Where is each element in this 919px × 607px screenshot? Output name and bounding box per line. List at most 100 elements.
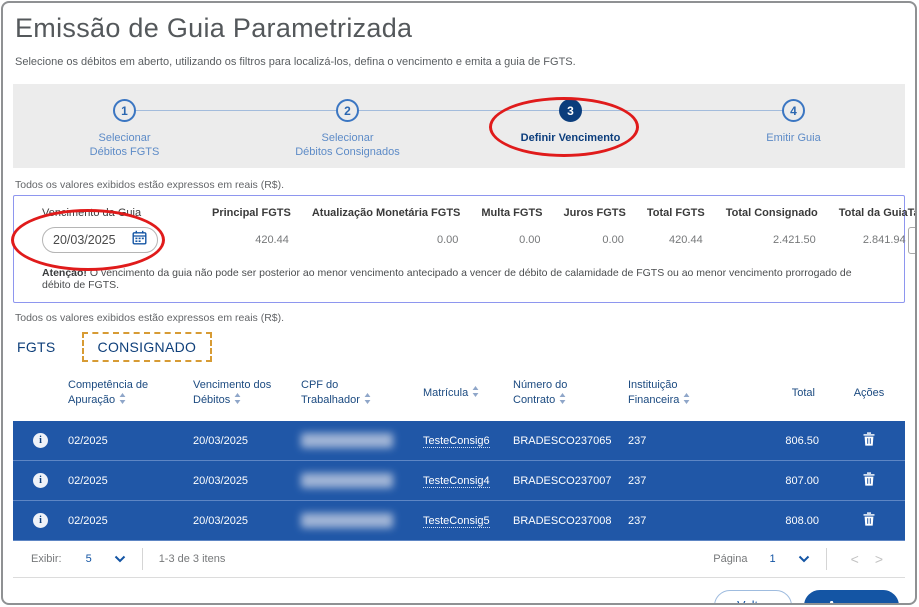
- header-competencia-apuracao[interactable]: Competência de Apuração: [68, 378, 193, 409]
- step-3-circle: 3: [559, 99, 582, 122]
- cell-contrato: BRADESCO237007: [513, 475, 628, 487]
- cell-total: 806.50: [748, 435, 833, 447]
- step-1-label: Selecionar Débitos FGTS: [90, 131, 160, 159]
- sort-icon[interactable]: [683, 395, 690, 407]
- per-page-dropdown-chevron-icon[interactable]: [114, 555, 126, 563]
- step-2-selecionar-debitos-consignados[interactable]: 2 Selecionar Débitos Consignados: [236, 99, 459, 168]
- cpf-redacted: [301, 433, 393, 448]
- matricula-link[interactable]: TesteConsig6: [423, 435, 490, 448]
- step-4-emitir-guia[interactable]: 4 Emitir Guia: [682, 99, 905, 168]
- cell-instituicao: 237: [628, 435, 748, 447]
- table-row: i 02/2025 20/03/2025 TesteConsig5 BRADES…: [13, 501, 905, 541]
- warning-bold: Atenção!: [42, 267, 87, 279]
- tab-consignado[interactable]: CONSIGNADO: [82, 332, 213, 362]
- cell-vencimento: 20/03/2025: [193, 435, 301, 447]
- consignado-table: Competência de Apuração Vencimento dos D…: [13, 368, 905, 578]
- totals-summary: Principal FGTS 420.44 Atualização Monetá…: [212, 207, 908, 246]
- cell-competencia: 02/2025: [68, 435, 193, 447]
- summary-total-fgts: Total FGTS 420.44: [647, 207, 705, 246]
- matricula-link[interactable]: TesteConsig5: [423, 515, 490, 528]
- header-cpf-trabalhador[interactable]: CPF do Trabalhador: [301, 378, 423, 409]
- cell-total: 808.00: [748, 515, 833, 527]
- info-icon[interactable]: i: [33, 513, 48, 528]
- header-numero-contrato[interactable]: Número do Contrato: [513, 378, 628, 409]
- cpf-redacted: [301, 473, 393, 488]
- cell-total: 807.00: [748, 475, 833, 487]
- summary-atualizacao-monetaria-fgts: Atualização Monetária FGTS 0.00: [312, 207, 461, 246]
- table-row: i 02/2025 20/03/2025 TesteConsig4 BRADES…: [13, 461, 905, 501]
- table-header-row: Competência de Apuração Vencimento dos D…: [13, 368, 905, 421]
- summary-total-da-guia: Total da Guia 2.841.94: [839, 207, 908, 246]
- next-page-button[interactable]: >: [867, 551, 891, 567]
- avancar-button[interactable]: Avançar: [804, 590, 899, 605]
- divider: [826, 548, 827, 570]
- trash-icon: [863, 432, 875, 446]
- cpf-redacted: [301, 513, 393, 528]
- summary-multa-fgts: Multa FGTS 0.00: [481, 207, 542, 246]
- delete-row-button[interactable]: [859, 430, 879, 451]
- summary-juros-fgts: Juros FGTS 0.00: [564, 207, 626, 246]
- calendar-icon[interactable]: [132, 230, 147, 250]
- tag-field-group: Tag (Opcional): [908, 207, 917, 254]
- pagina-label: Página: [713, 553, 747, 565]
- tag-input[interactable]: [908, 227, 917, 254]
- matricula-link[interactable]: TesteConsig4: [423, 475, 490, 488]
- vencimento-da-guia-label: Vencimento da Guia: [42, 207, 192, 219]
- header-matricula[interactable]: Matrícula: [423, 386, 513, 402]
- header-total: Total: [748, 386, 833, 401]
- header-instituicao-financeira[interactable]: Instituição Financeira: [628, 378, 748, 409]
- step-4-circle: 4: [782, 99, 805, 122]
- prev-page-button[interactable]: <: [843, 551, 867, 567]
- debits-tabs: FGTS CONSIGNADO: [15, 330, 903, 364]
- tab-fgts[interactable]: FGTS: [15, 334, 58, 360]
- app-window: Emissão de Guia Parametrizada Selecione …: [1, 1, 917, 605]
- exibir-label: Exibir:: [31, 553, 62, 565]
- cell-instituicao: 237: [628, 475, 748, 487]
- page-title: Emissão de Guia Parametrizada: [15, 13, 915, 44]
- warning-message: Atenção! O vencimento da guia não pode s…: [14, 254, 904, 293]
- step-3-definir-vencimento[interactable]: 3 Definir Vencimento: [459, 99, 682, 168]
- step-1-selecionar-debitos-fgts[interactable]: 1 Selecionar Débitos FGTS: [13, 99, 236, 168]
- vencimento-da-guia-field-group: Vencimento da Guia: [42, 207, 192, 253]
- trash-icon: [863, 472, 875, 486]
- step-1-circle: 1: [113, 99, 136, 122]
- vencimento-date-input[interactable]: [53, 233, 131, 247]
- wizard-actions: Voltar Avançar: [19, 590, 899, 605]
- header-acoes: Ações: [833, 386, 905, 401]
- cell-vencimento: 20/03/2025: [193, 515, 301, 527]
- step-4-label: Emitir Guia: [766, 131, 820, 145]
- sort-icon[interactable]: [472, 388, 479, 400]
- tag-label: Tag (Opcional): [908, 207, 917, 219]
- sort-icon[interactable]: [119, 395, 126, 407]
- page-dropdown-chevron-icon[interactable]: [798, 555, 810, 563]
- sort-icon[interactable]: [559, 395, 566, 407]
- vencimento-date-field[interactable]: [42, 227, 158, 253]
- per-page-value: 5: [86, 553, 92, 565]
- delete-row-button[interactable]: [859, 470, 879, 491]
- info-icon[interactable]: i: [33, 433, 48, 448]
- summary-total-consignado: Total Consignado 2.421.50: [726, 207, 818, 246]
- cell-competencia: 02/2025: [68, 515, 193, 527]
- values-note-2: Todos os valores exibidos estão expresso…: [15, 312, 903, 324]
- sort-icon[interactable]: [364, 395, 371, 407]
- delete-row-button[interactable]: [859, 510, 879, 531]
- header-vencimento-debitos[interactable]: Vencimento dos Débitos: [193, 378, 301, 409]
- wizard-stepper: 1 Selecionar Débitos FGTS 2 Selecionar D…: [13, 84, 905, 168]
- sort-icon[interactable]: [234, 395, 241, 407]
- step-3-label: Definir Vencimento: [521, 131, 621, 145]
- cell-contrato: BRADESCO237008: [513, 515, 628, 527]
- page-number: 1: [770, 553, 776, 565]
- voltar-button[interactable]: Voltar: [714, 590, 792, 605]
- table-row: i 02/2025 20/03/2025 TesteConsig6 BRADES…: [13, 421, 905, 461]
- summary-principal-fgts: Principal FGTS 420.44: [212, 207, 291, 246]
- items-range: 1-3 de 3 itens: [159, 553, 226, 565]
- trash-icon: [863, 512, 875, 526]
- info-icon[interactable]: i: [33, 473, 48, 488]
- cell-competencia: 02/2025: [68, 475, 193, 487]
- cell-contrato: BRADESCO237065: [513, 435, 628, 447]
- vencimento-summary-panel: Vencimento da Guia: [13, 195, 905, 303]
- table-pagination-bar: Exibir: 5 1-3 de 3 itens Página 1 < >: [13, 541, 905, 578]
- values-note: Todos os valores exibidos estão expresso…: [15, 179, 903, 191]
- page-subtitle: Selecione os débitos em aberto, utilizan…: [15, 56, 903, 68]
- step-2-circle: 2: [336, 99, 359, 122]
